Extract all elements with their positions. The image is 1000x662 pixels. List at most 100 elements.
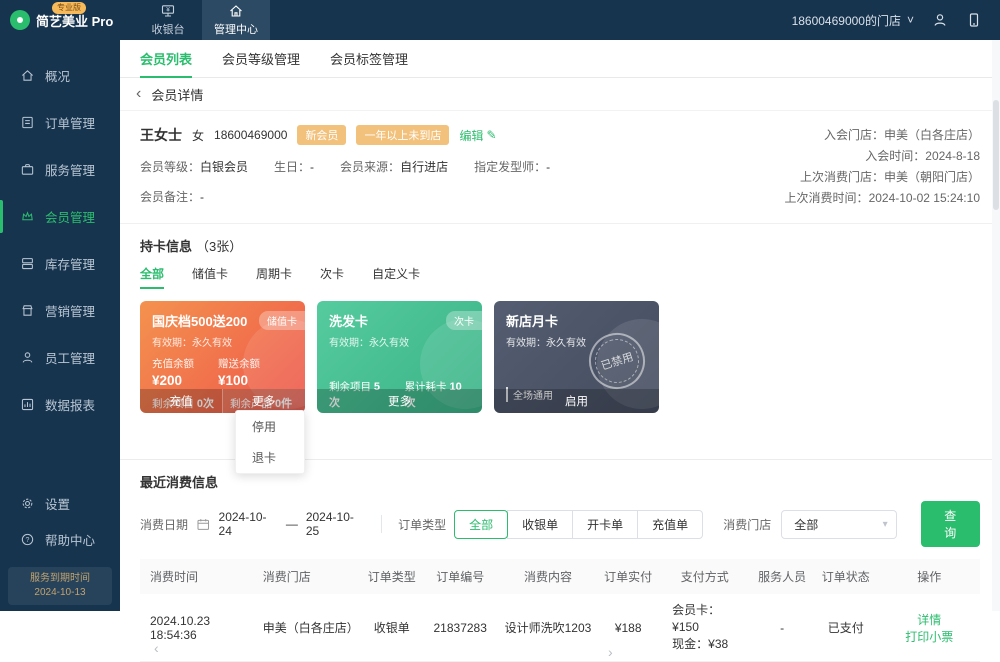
sidebar-item-staff[interactable]: 员工管理 — [0, 334, 120, 381]
card-tab-all[interactable]: 全部 — [140, 265, 164, 289]
date-from[interactable]: 2024-10-24 — [219, 510, 278, 538]
member-birthday-field: 生日：- — [274, 158, 314, 175]
tab-member-levels[interactable]: 会员等级管理 — [222, 40, 300, 78]
order-type-all[interactable]: 全部 — [454, 510, 508, 539]
gear-icon — [20, 496, 35, 511]
sidebar-item-reports[interactable]: 数据报表 — [0, 381, 120, 428]
print-receipt-link[interactable]: 打印小票 — [905, 630, 953, 644]
sidebar-item-overview[interactable]: 概况 — [0, 52, 120, 99]
card-type-badge: 次卡 — [446, 311, 482, 330]
topbar: 简艺美业 Pro 专业版 ¥ 收银台 管理中心 18600469000的门店 ˅ — [0, 0, 1000, 40]
card-tab-stored-value[interactable]: 储值卡 — [192, 265, 228, 289]
more-button[interactable]: 更多 — [317, 389, 482, 413]
tab-member-tags[interactable]: 会员标签管理 — [330, 40, 408, 78]
service-expiry: 服务到期时间 2024-10-13 — [8, 567, 112, 605]
scroll-right-icon[interactable]: › — [608, 644, 613, 660]
member-info-left: 王女士 女 18600469000 新会员 一年以上未到店 编辑 ✎ 会员等级：… — [140, 125, 550, 209]
cell-actions: 详情 打印小票 — [879, 594, 980, 662]
nav-cashier[interactable]: ¥ 收银台 — [134, 0, 202, 40]
card-name: 国庆档500送200 — [152, 311, 247, 330]
card-validity: 有效期：永久有效 — [329, 334, 470, 349]
scrollbar-track[interactable] — [992, 40, 1000, 611]
card-tab-custom[interactable]: 自定义卡 — [372, 265, 420, 289]
recharge-balance: 充值余额 ¥200 — [152, 356, 194, 388]
services-icon — [20, 162, 35, 177]
query-button[interactable]: 查询 — [921, 501, 980, 547]
enable-button[interactable]: 启用 — [494, 389, 659, 413]
app-logo: 简艺美业 Pro 专业版 — [0, 0, 120, 40]
cell-store: 申美（白各庄店） — [253, 594, 361, 662]
member-badge-inactive: 一年以上未到店 — [356, 125, 449, 145]
order-type-open-card[interactable]: 开卡单 — [572, 510, 638, 539]
last-consume-time: 上次消费时间：2024-10-02 15:24:10 — [785, 188, 980, 209]
menu-item-disable[interactable]: 停用 — [236, 411, 304, 442]
scroll-left-icon[interactable]: ‹ — [154, 640, 159, 656]
sidebar-item-members[interactable]: 会员管理 — [0, 193, 120, 240]
card-tab-count[interactable]: 次卡 — [320, 265, 344, 289]
cell-order-type: 收银单 — [361, 594, 423, 662]
sidebar-item-inventory[interactable]: 库存管理 — [0, 240, 120, 287]
store-filter-label: 消费门店 — [723, 516, 771, 533]
card-type-badge: 储值卡 — [259, 311, 305, 330]
edit-member-button[interactable]: 编辑 ✎ — [459, 127, 496, 144]
date-to[interactable]: 2024-10-25 — [306, 510, 365, 538]
card-name: 洗发卡 — [329, 311, 368, 330]
members-icon — [20, 209, 35, 224]
join-store: 入会门店：申美（白各庄店） — [785, 125, 980, 146]
svg-text:¥: ¥ — [166, 7, 170, 14]
date-filter-label: 消费日期 — [140, 516, 188, 533]
cell-status: 已支付 — [813, 594, 879, 662]
card-tab-period[interactable]: 周期卡 — [256, 265, 292, 289]
menu-item-refund-card[interactable]: 退卡 — [236, 442, 304, 473]
member-stylist-field: 指定发型师：- — [474, 158, 550, 175]
order-type-label: 订单类型 — [398, 516, 446, 533]
cards-section: 持卡信息（3张） 全部 储值卡 周期卡 次卡 自定义卡 国庆档500送200 储… — [120, 224, 1000, 459]
cards-count: （3张） — [196, 239, 242, 254]
last-consume-store: 上次消费门店：申美（朝阳门店） — [785, 167, 980, 188]
select-caret-icon: ▾ — [883, 519, 888, 530]
tab-member-list[interactable]: 会员列表 — [140, 40, 192, 78]
edition-badge: 专业版 — [52, 2, 86, 14]
svg-text:?: ? — [26, 536, 30, 543]
member-level-field: 会员等级：白银会员 — [140, 158, 248, 175]
pencil-icon: ✎ — [486, 128, 496, 142]
breadcrumb: ‹ 会员详情 — [120, 78, 1000, 111]
order-type-recharge[interactable]: 充值单 — [637, 510, 703, 539]
store-selector[interactable]: 18600469000的门店 ˅ — [792, 12, 914, 29]
mobile-icon[interactable] — [966, 12, 982, 28]
sidebar: 概况 订单管理 服务管理 会员管理 库存管理 营销管理 员工管理 数据报表 — [0, 40, 120, 611]
sidebar-item-marketing[interactable]: 营销管理 — [0, 287, 120, 334]
order-type-cashier[interactable]: 收银单 — [507, 510, 573, 539]
cashier-icon: ¥ — [160, 3, 176, 19]
divider — [381, 515, 382, 533]
service-expiry-label: 服务到期时间 — [12, 572, 108, 586]
user-icon[interactable] — [932, 12, 948, 28]
date-range-picker[interactable]: 2024-10-24 — 2024-10-25 — [196, 510, 365, 538]
orders-icon — [20, 115, 35, 130]
detail-link[interactable]: 详情 — [917, 613, 941, 627]
sidebar-item-settings[interactable]: 设置 — [0, 485, 120, 521]
page-title: 会员详情 — [151, 85, 203, 104]
scrollbar-thumb[interactable] — [993, 100, 999, 210]
overview-icon — [20, 68, 35, 83]
sidebar-item-help[interactable]: ? 帮助中心 — [0, 521, 120, 557]
member-gender: 女 — [192, 127, 204, 144]
store-filter-select[interactable]: 全部 ▾ — [781, 510, 896, 539]
sidebar-item-orders[interactable]: 订单管理 — [0, 99, 120, 146]
card-more-dropdown: 停用 退卡 — [235, 410, 305, 474]
main-content: 会员列表 会员等级管理 会员标签管理 ‹ 会员详情 王女士 女 18600469… — [120, 40, 1000, 611]
app-logo-icon — [10, 10, 30, 30]
staff-icon — [20, 350, 35, 365]
card-type-tabs: 全部 储值卡 周期卡 次卡 自定义卡 — [140, 265, 980, 289]
nav-admin-center[interactable]: 管理中心 — [202, 0, 270, 40]
card-validity: 有效期：永久有效 — [152, 334, 293, 349]
member-card-monthly: 新店月卡 有效期：永久有效 已禁用 全场通用 启用 — [494, 301, 659, 413]
recharge-button[interactable]: 充值 — [140, 389, 222, 413]
gift-balance: 赠送余额 ¥100 — [218, 356, 260, 388]
back-icon[interactable]: ‹ — [136, 86, 141, 102]
sidebar-item-services[interactable]: 服务管理 — [0, 146, 120, 193]
marketing-icon — [20, 303, 35, 318]
member-info-right: 入会门店：申美（白各庄店） 入会时间：2024-8-18 上次消费门店：申美（朝… — [785, 125, 980, 209]
member-name: 王女士 — [140, 125, 182, 145]
service-expiry-date: 2024-10-13 — [12, 586, 108, 600]
